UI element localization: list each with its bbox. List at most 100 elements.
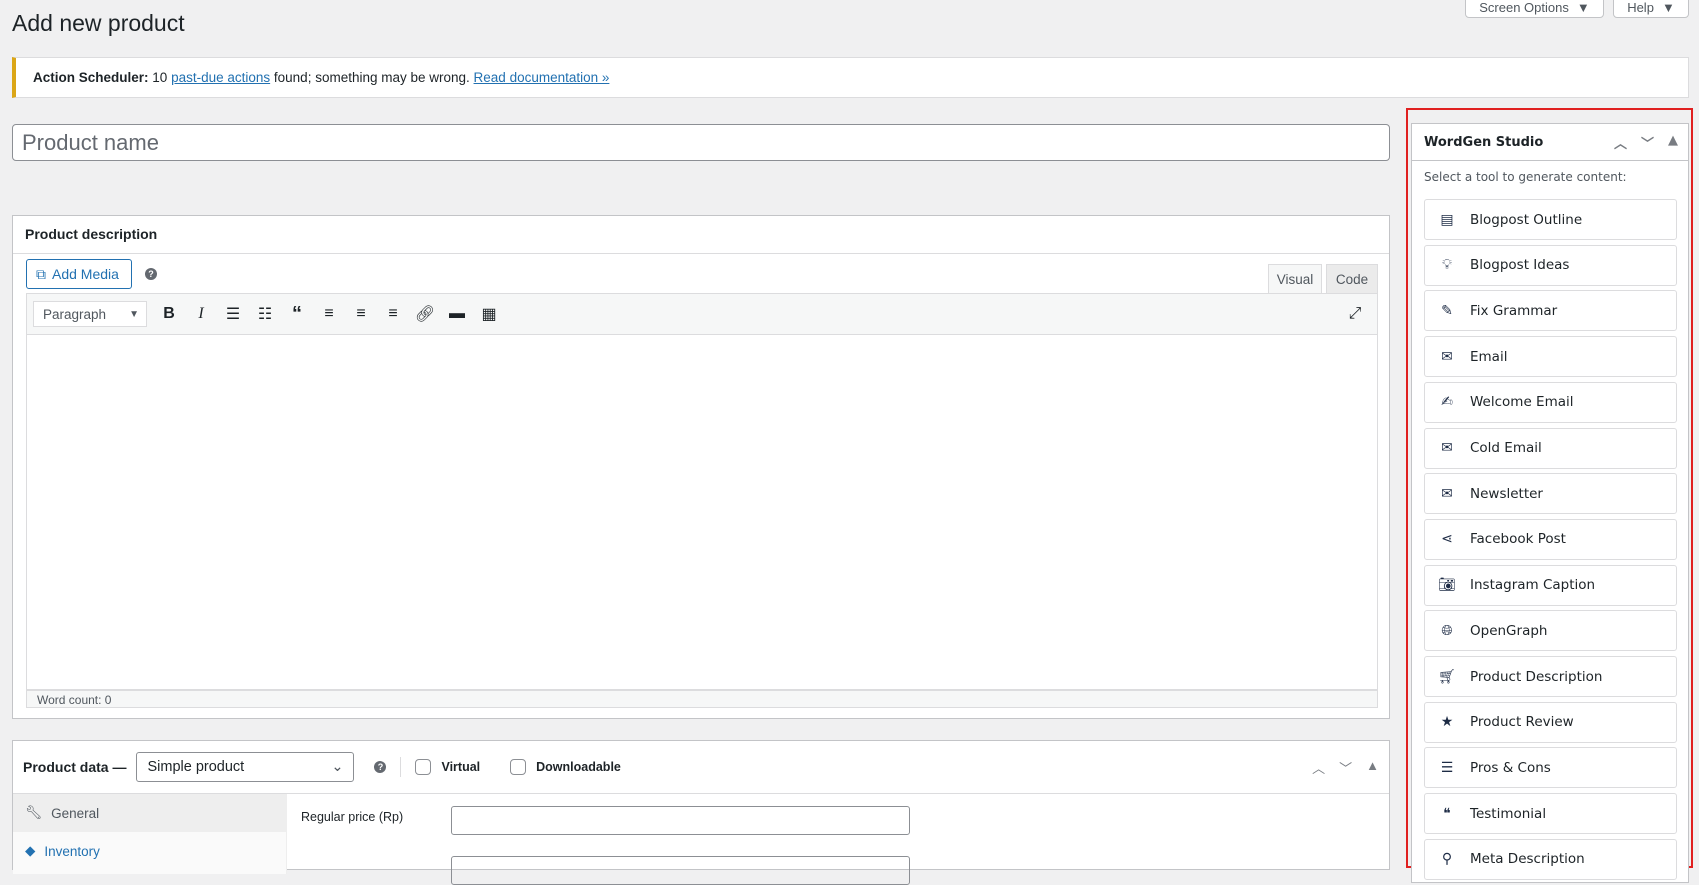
tool-label: Newsletter [1470, 485, 1543, 502]
envelope-icon: ✉ [1441, 485, 1453, 502]
page-title: Add new product [12, 10, 185, 36]
tool-button-pros-cons[interactable]: ☰ Pros & Cons [1424, 747, 1677, 789]
tool-label: Product Description [1470, 668, 1603, 685]
tool-button-cold-email[interactable]: ✉ Cold Email [1424, 427, 1677, 469]
help-icon[interactable]: ? [374, 761, 387, 773]
tool-button-email[interactable]: ✉ Email [1424, 336, 1677, 378]
word-count: Word count: 0 [26, 690, 1378, 708]
help-button[interactable]: Help ▼ [1613, 0, 1689, 18]
bold-icon[interactable]: B [153, 305, 185, 323]
tool-button-meta-description[interactable]: ⚲ Meta Description [1424, 838, 1677, 880]
tool-button-fix-grammar[interactable]: ✎ Fix Grammar [1424, 290, 1677, 332]
wrench-icon: 🔧︎ [25, 805, 43, 820]
format-select[interactable]: Paragraph ▼ [33, 301, 147, 327]
tool-button-welcome-email[interactable]: ✍ Welcome Email [1424, 381, 1677, 423]
tool-button-facebook-post[interactable]: ⋖ Facebook Post [1424, 518, 1677, 560]
share-icon: ⋖ [1441, 531, 1453, 548]
toolbar-toggle-icon[interactable]: ▦ [473, 304, 505, 324]
tool-label: Facebook Post [1470, 531, 1566, 548]
globe-icon: 🌐︎ [1441, 622, 1453, 639]
downloadable-checkbox[interactable] [510, 759, 527, 775]
lightbulb-icon: 💡︎ [1442, 257, 1452, 274]
product-description-title: Product description [13, 216, 1389, 254]
product-name-input[interactable]: Product name [12, 124, 1390, 161]
align-right-icon[interactable]: ≡ [377, 305, 409, 323]
tool-button-blogpost-outline[interactable]: ▤ Blogpost Outline [1424, 199, 1677, 240]
list-table-icon: ▤ [1440, 211, 1454, 228]
tool-button-instagram-caption[interactable]: 📷︎ Instagram Caption [1424, 564, 1677, 606]
regular-price-input[interactable] [451, 806, 910, 835]
tool-label: Product Review [1470, 714, 1574, 731]
downloadable-label: Downloadable [536, 760, 621, 774]
tool-label: Blogpost Ideas [1470, 257, 1570, 274]
link-icon[interactable]: 🔗︎ [409, 304, 441, 324]
product-type-value: Simple product [147, 759, 245, 775]
fullscreen-icon[interactable]: ⤢ [1339, 305, 1371, 323]
pencil-icon: ✎ [1441, 302, 1453, 319]
tab-inventory-label: Inventory [44, 843, 100, 859]
tab-code[interactable]: Code [1326, 264, 1378, 294]
screen-options-label: Screen Options [1479, 0, 1569, 15]
move-down-icon[interactable]: ﹀ [1641, 133, 1654, 152]
italic-icon[interactable]: I [185, 305, 217, 323]
collapse-icon[interactable]: ▲ [1668, 133, 1678, 152]
wordgen-studio-box: WordGen Studio ︿ ﹀ ▲ Select a tool to gene… [1411, 123, 1689, 883]
product-data-tabs: 🔧︎ General ◆ Inventory [13, 794, 287, 874]
tool-label: Testimonial [1470, 805, 1547, 822]
add-media-label: Add Media [52, 266, 119, 282]
notice-count: 10 [152, 70, 168, 85]
tool-button-product-description[interactable]: 🛒︎ Product Description [1424, 656, 1677, 697]
email-icon: ✉ [1441, 440, 1453, 456]
blockquote-icon[interactable]: “ [281, 303, 313, 326]
quote-icon: ❝ [1443, 805, 1451, 822]
tool-label: Blogpost Outline [1470, 211, 1583, 228]
media-icon: ⧉ [36, 265, 46, 282]
list-icon: ☰ [1440, 759, 1454, 776]
screen-options-button[interactable]: Screen Options ▼ [1465, 0, 1604, 18]
help-label: Help [1627, 0, 1654, 15]
read-documentation-link[interactable]: Read documentation » [474, 70, 610, 85]
move-down-icon[interactable]: ﹀ [1339, 758, 1352, 777]
virtual-checkbox[interactable] [415, 759, 432, 775]
regular-price-label: Regular price (Rp) [301, 810, 404, 824]
cart-icon: 🛒︎ [1438, 668, 1456, 685]
tool-label: Welcome Email [1470, 394, 1574, 411]
add-media-button[interactable]: ⧉ Add Media [26, 259, 132, 289]
read-more-icon[interactable]: ▬ [441, 305, 473, 323]
tab-general-label: General [51, 805, 100, 821]
tool-label: Email [1470, 348, 1508, 365]
collapse-icon[interactable]: ▲ [1366, 758, 1379, 777]
tool-button-blogpost-ideas[interactable]: 💡︎ Blogpost Ideas [1424, 244, 1677, 286]
tool-button-testimonial[interactable]: ❝ Testimonial [1424, 793, 1677, 835]
tag-icon: ◆ [25, 843, 36, 858]
product-type-select[interactable]: Simple product ⌄ [136, 752, 355, 782]
tab-general[interactable]: 🔧︎ General [13, 794, 286, 832]
align-center-icon[interactable]: ≡ [345, 305, 377, 323]
tab-inventory[interactable]: ◆ Inventory [13, 832, 286, 870]
tool-label: Cold Email [1470, 440, 1542, 456]
tool-button-opengraph[interactable]: 🌐︎ OpenGraph [1424, 610, 1677, 652]
email-icon: ✉ [1441, 348, 1453, 365]
action-scheduler-notice: Action Scheduler: 10 past-due actions fo… [12, 57, 1689, 98]
caret-down-icon: ▼ [1576, 0, 1590, 15]
help-icon[interactable]: ? [145, 268, 157, 280]
editor-area[interactable] [26, 335, 1378, 690]
chevron-down-icon: ⌄ [331, 759, 344, 775]
search-icon: ⚲ [1441, 851, 1453, 868]
tool-button-product-review[interactable]: ★ Product Review [1424, 701, 1677, 743]
numbered-list-icon[interactable]: ☷ [249, 304, 281, 324]
notice-text: found; something may be wrong. [273, 70, 470, 85]
wordgen-subtitle: Select a tool to generate content: [1424, 170, 1627, 184]
past-due-link[interactable]: past-due actions [171, 70, 270, 85]
product-description-box: Product description ⧉ Add Media ? Visual … [12, 215, 1390, 719]
virtual-label: Virtual [441, 760, 481, 774]
tab-visual[interactable]: Visual [1268, 264, 1322, 294]
bullet-list-icon[interactable]: ☰ [217, 304, 249, 324]
move-up-icon[interactable]: ︿ [1614, 133, 1627, 152]
align-left-icon[interactable]: ≡ [313, 305, 345, 323]
move-up-icon[interactable]: ︿ [1312, 758, 1325, 777]
sale-price-input[interactable] [451, 856, 910, 885]
tool-button-newsletter[interactable]: ✉ Newsletter [1424, 473, 1677, 515]
camera-icon: 📷︎ [1438, 577, 1456, 594]
format-value: Paragraph [43, 306, 107, 322]
